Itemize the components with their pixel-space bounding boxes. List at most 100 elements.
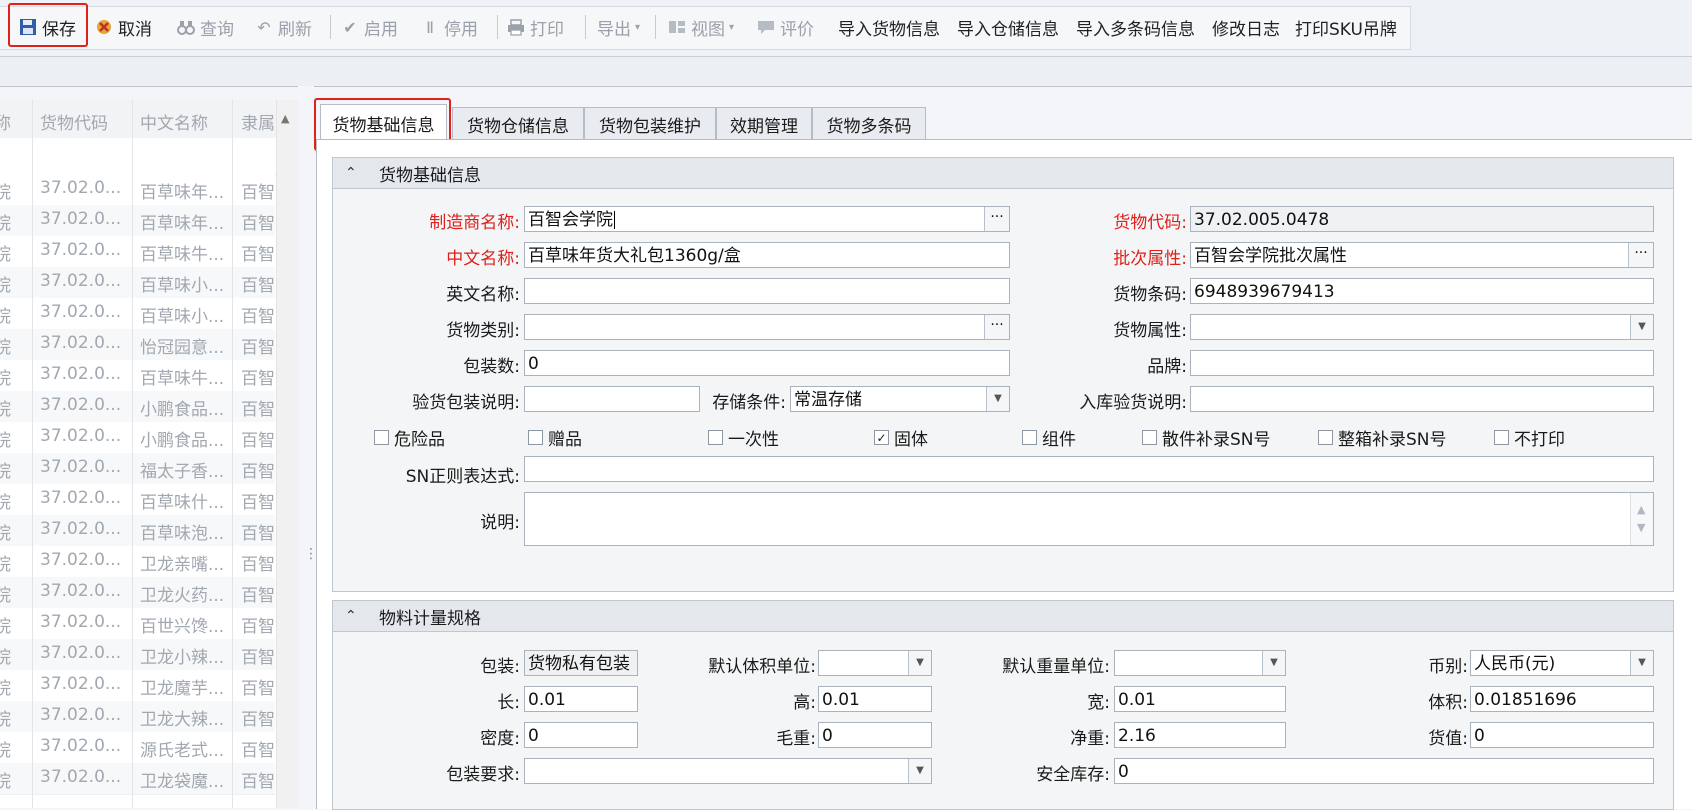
gross-weight-input[interactable]: 0	[818, 722, 932, 748]
table-row[interactable]: 院 37.02.0... 百草味年... 百智	[0, 205, 275, 237]
table-row[interactable]: 院 37.02.0... 小鹏食品... 百智	[0, 422, 275, 454]
table-row[interactable]: 院 37.02.0... 福太子香... 百智	[0, 453, 275, 485]
chevron-up-icon[interactable]: ⌃	[345, 608, 361, 624]
pack-requirement-select[interactable]: ▼	[524, 758, 932, 784]
piece-sn-checkbox[interactable]: 散件补录SN号	[1142, 425, 1271, 450]
ellipsis-button[interactable]: ···	[984, 315, 1009, 339]
print-button[interactable]: 打印	[506, 6, 564, 48]
tab-goods-packaging[interactable]: 货物包装维护	[584, 107, 716, 141]
print-sku-tag-button[interactable]: 打印SKU吊牌	[1295, 6, 1397, 48]
change-log-button[interactable]: 修改日志	[1212, 6, 1280, 48]
cancel-button[interactable]: 取消	[94, 6, 152, 48]
component-checkbox[interactable]: 组件	[1022, 425, 1076, 450]
scroll-down-arrow-icon[interactable]: ▼	[1637, 515, 1645, 541]
export-dropdown[interactable]: 导出 ▾	[597, 6, 640, 48]
grid-header-cell[interactable]: 隶属	[241, 109, 275, 134]
import-goods-button[interactable]: 导入货物信息	[838, 6, 940, 48]
group-header[interactable]: ⌃ 货物基础信息	[333, 158, 1673, 189]
panel-splitter[interactable]: ⋮	[298, 86, 318, 808]
import-warehouse-button[interactable]: 导入仓储信息	[957, 6, 1059, 48]
ellipsis-button[interactable]: ···	[984, 207, 1009, 231]
inspect-pack-input[interactable]	[524, 386, 700, 412]
remark-textarea[interactable]: ▲ ▼	[524, 492, 1654, 546]
gift-checkbox[interactable]: 赠品	[528, 425, 582, 450]
currency-select[interactable]: 人民币(元) ▼	[1470, 650, 1654, 676]
density-input[interactable]: 0	[524, 722, 638, 748]
table-row[interactable]: 院 37.02.0... 卫龙大辣... 百智	[0, 701, 275, 733]
pack-count-input[interactable]: 0	[524, 350, 1010, 376]
grid-header-cell[interactable]: 称	[0, 109, 11, 134]
inbound-note-input[interactable]	[1190, 386, 1654, 412]
view-label: 视图	[691, 19, 725, 40]
goods-code-input[interactable]: 37.02.005.0478	[1190, 206, 1654, 232]
dropdown-arrow-icon[interactable]: ▼	[908, 651, 931, 675]
textarea-scrollbar[interactable]: ▲ ▼	[1630, 493, 1653, 545]
table-row[interactable]: 院 37.02.0... 卫龙袋魔... 百智	[0, 763, 275, 795]
refresh-button[interactable]: ↶ 刷新	[254, 6, 312, 48]
disposable-checkbox[interactable]: 一次性	[708, 425, 779, 450]
weight-unit-select[interactable]: ▼	[1114, 650, 1286, 676]
enable-button[interactable]: ✔ 启用	[340, 6, 398, 48]
rate-button[interactable]: 评价	[756, 6, 814, 48]
grid-vertical-scrollbar[interactable]: ▲	[276, 100, 299, 808]
tab-goods-warehouse-info[interactable]: 货物仓储信息	[452, 107, 584, 141]
table-row[interactable]: 院 37.02.0... 百草味年... 百智	[0, 174, 275, 206]
storage-select[interactable]: 常温存储 ▼	[790, 386, 1010, 412]
table-row[interactable]: 院 37.02.0... 百草味泡... 百智	[0, 515, 275, 547]
barcode-input[interactable]: 6948939679413	[1190, 278, 1654, 304]
solid-checkbox[interactable]: ✓ 固体	[874, 425, 928, 450]
table-row[interactable]: 院 37.02.0... 百草味小... 百智	[0, 267, 275, 299]
brand-input[interactable]	[1190, 350, 1654, 376]
volume-unit-select[interactable]: ▼	[818, 650, 932, 676]
group-header[interactable]: ⌃ 物料计量规格	[333, 601, 1673, 632]
disable-button[interactable]: Ⅱ 停用	[420, 6, 478, 48]
table-row[interactable]: 院 37.02.0... 卫龙小辣... 百智	[0, 639, 275, 671]
scroll-up-arrow-icon[interactable]: ▲	[281, 112, 289, 125]
view-dropdown[interactable]: 视图 ▾	[667, 6, 734, 48]
table-row[interactable]: 院 37.02.0... 卫龙火药... 百智	[0, 577, 275, 609]
table-row[interactable]: 院 37.02.0... 百草味牛... 百智	[0, 236, 275, 268]
en-name-input[interactable]	[524, 278, 1010, 304]
dropdown-arrow-icon[interactable]: ▼	[1630, 651, 1653, 675]
table-row[interactable]: 院 37.02.0... 小鹏食品... 百智	[0, 391, 275, 423]
grid-header-cell[interactable]: 中文名称	[140, 109, 208, 134]
no-print-checkbox[interactable]: 不打印	[1494, 425, 1565, 450]
box-sn-checkbox[interactable]: 整箱补录SN号	[1318, 425, 1447, 450]
table-row[interactable]: 院 37.02.0... 百草味什... 百智	[0, 484, 275, 516]
checkbox-label: 不打印	[1514, 430, 1565, 450]
goods-attr-select[interactable]: ▼	[1190, 314, 1654, 340]
safety-stock-input[interactable]: 0	[1114, 758, 1654, 784]
height-input[interactable]: 0.01	[818, 686, 932, 712]
table-row[interactable]: 院 37.02.0... 百世兴馋... 百智	[0, 608, 275, 640]
net-weight-input[interactable]: 2.16	[1114, 722, 1286, 748]
dangerous-goods-checkbox[interactable]: 危险品	[374, 425, 445, 450]
batch-attr-input[interactable]: 百智会学院批次属性 ···	[1190, 242, 1654, 268]
dropdown-arrow-icon[interactable]: ▼	[1262, 651, 1285, 675]
manufacturer-input[interactable]: 百智会学院 ···	[524, 206, 1010, 232]
table-row[interactable]: 院 37.02.0... 卫龙亲嘴... 百智	[0, 546, 275, 578]
volume-input[interactable]: 0.01851696	[1470, 686, 1654, 712]
query-button[interactable]: 查询	[176, 6, 234, 48]
dropdown-arrow-icon[interactable]: ▼	[908, 759, 931, 783]
import-barcodes-button[interactable]: 导入多条码信息	[1076, 6, 1195, 48]
grid-header-cell[interactable]: 货物代码	[40, 109, 108, 134]
ellipsis-button[interactable]: ···	[1628, 243, 1653, 267]
table-row[interactable]: 院 37.02.0... 百草味牛... 百智	[0, 360, 275, 392]
goods-value-input[interactable]: 0	[1470, 722, 1654, 748]
sn-regex-input[interactable]	[524, 456, 1654, 482]
pack-input[interactable]: 货物私有包装	[524, 650, 638, 676]
table-row[interactable]: 院 37.02.0... 百草味小... 百智	[0, 298, 275, 330]
cn-name-input[interactable]: 百草味年货大礼包1360g/盒	[524, 242, 1010, 268]
tab-goods-multi-barcode[interactable]: 货物多条码	[812, 107, 926, 141]
dropdown-arrow-icon[interactable]: ▼	[986, 387, 1009, 411]
chevron-up-icon[interactable]: ⌃	[345, 165, 361, 181]
grid-filter-row[interactable]	[0, 138, 297, 175]
table-row[interactable]: 院 37.02.0... 卫龙魔芋... 百智	[0, 670, 275, 702]
category-input[interactable]: ···	[524, 314, 1010, 340]
table-row[interactable]: 院 37.02.0... 怡冠园意... 百智	[0, 329, 275, 361]
length-input[interactable]: 0.01	[524, 686, 638, 712]
width-input[interactable]: 0.01	[1114, 686, 1286, 712]
dropdown-arrow-icon[interactable]: ▼	[1630, 315, 1653, 339]
table-row[interactable]: 院 37.02.0... 源氏老式... 百智	[0, 732, 275, 764]
tab-expiry-management[interactable]: 效期管理	[716, 107, 812, 141]
